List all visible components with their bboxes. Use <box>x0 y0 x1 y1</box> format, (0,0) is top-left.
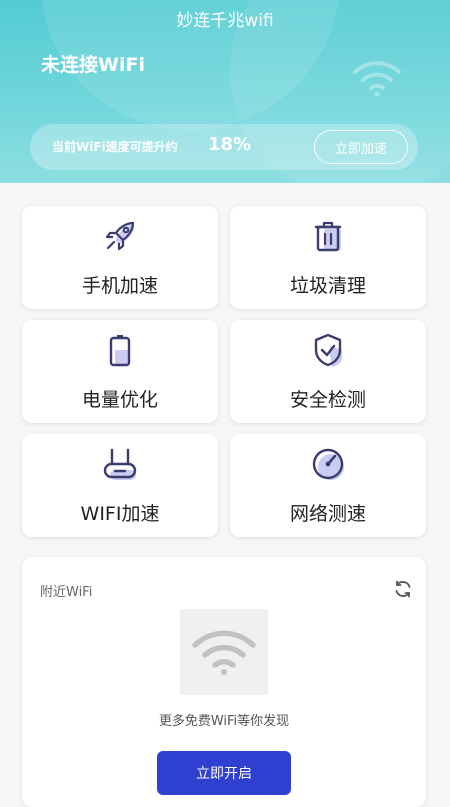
wifi-icon <box>192 630 256 675</box>
enable-now-button[interactable]: 立即开启 <box>157 751 291 795</box>
tile-label: 电量优化 <box>81 389 158 411</box>
tile-label: 手机加速 <box>81 275 158 297</box>
router-icon <box>103 448 137 480</box>
shield-check-icon <box>314 333 342 367</box>
nearby-wifi-title: 附近WiFi <box>40 585 93 600</box>
wifi-icon <box>353 61 401 97</box>
connection-status: 未连接WiFi <box>41 54 145 76</box>
header-banner: 妙连千兆wifi 未连接WiFi 当前WiFi速度可提升约 18% 立即加速 <box>0 0 450 183</box>
tile-label: 网络测速 <box>289 503 366 525</box>
tile-label: WIFI加速 <box>80 503 160 525</box>
speed-boost-percent: 18% <box>208 134 252 155</box>
trash-icon <box>314 221 342 252</box>
speed-boost-bar: 当前WiFi速度可提升约 18% 立即加速 <box>30 124 418 170</box>
tile-label: 垃圾清理 <box>289 275 366 297</box>
tile-speed-test[interactable]: 网络测速 <box>230 434 426 537</box>
boost-now-button[interactable]: 立即加速 <box>314 130 408 164</box>
nearby-wifi-card: 附近WiFi 更多免费WiFi等你发现 立即开启 <box>22 557 426 807</box>
rocket-icon <box>105 221 135 251</box>
speedometer-icon <box>312 448 344 480</box>
wifi-placeholder-image <box>180 609 268 695</box>
tile-wifi-boost[interactable]: WIFI加速 <box>22 434 218 537</box>
app-title: 妙连千兆wifi <box>176 11 274 31</box>
tile-security-check[interactable]: 安全检测 <box>230 320 426 423</box>
speed-boost-label: 当前WiFi速度可提升约 <box>52 140 178 154</box>
tile-label: 安全检测 <box>289 389 366 411</box>
tile-battery-optimize[interactable]: 电量优化 <box>22 320 218 423</box>
discover-more-text: 更多免费WiFi等你发现 <box>158 714 290 729</box>
tile-phone-boost[interactable]: 手机加速 <box>22 206 218 309</box>
tile-junk-clean[interactable]: 垃圾清理 <box>230 206 426 309</box>
refresh-icon[interactable] <box>393 579 413 599</box>
battery-icon <box>109 335 131 367</box>
